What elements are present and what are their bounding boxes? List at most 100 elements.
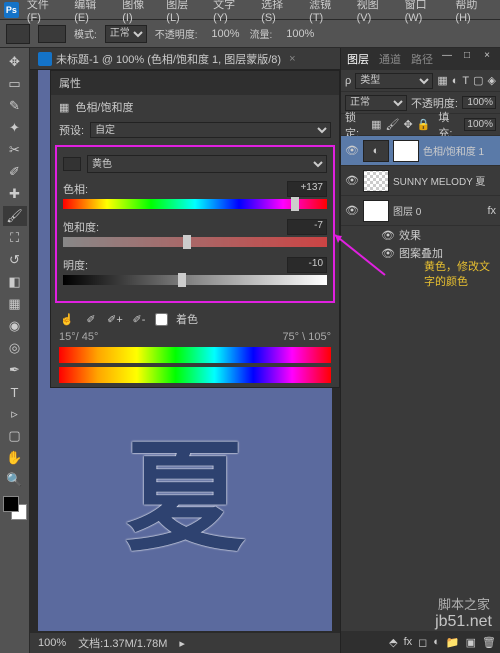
hue-value[interactable]: +137	[287, 181, 327, 197]
path-tool[interactable]: ▹	[3, 404, 27, 424]
lock-trans-icon[interactable]: ▦	[371, 118, 381, 131]
lightness-slider[interactable]: 明度:-10	[63, 257, 327, 285]
fx-badge[interactable]: fx	[487, 205, 496, 217]
filter-smart-icon[interactable]: ◈	[488, 74, 496, 87]
close-tab-icon[interactable]: ×	[289, 53, 295, 65]
visibility-icon[interactable]: 👁	[345, 144, 359, 157]
layer-opacity-value[interactable]: 100%	[462, 96, 496, 109]
document-tab[interactable]: 未标题-1 @ 100% (色相/饱和度 1, 图层蒙版/8) ×	[30, 48, 340, 70]
group-icon[interactable]: 📁	[446, 636, 460, 649]
eyedropper-tool[interactable]: ✐	[3, 162, 27, 182]
zoom-tool[interactable]: 🔍	[3, 470, 27, 490]
colorize-checkbox[interactable]	[155, 313, 168, 326]
filter-type-icon[interactable]: T	[462, 75, 469, 87]
layer-row[interactable]: 👁 ◐ 色相/饱和度 1	[341, 136, 500, 166]
fill-value[interactable]: 100%	[464, 118, 496, 131]
color-strip-before[interactable]	[59, 347, 331, 363]
pen-tool[interactable]: ✒	[3, 360, 27, 380]
eyedropper-icon[interactable]: ✐	[83, 311, 99, 327]
lock-pixel-icon[interactable]: 🖌	[385, 118, 399, 131]
history-brush-tool[interactable]: ↺	[3, 250, 27, 270]
layer-name[interactable]: SUNNY MELODY 夏	[393, 173, 496, 188]
menu-select[interactable]: 选择(S)	[255, 0, 301, 26]
properties-header[interactable]: 属性	[51, 71, 339, 95]
close-button[interactable]: ×	[478, 48, 496, 62]
menu-view[interactable]: 视图(V)	[351, 0, 397, 26]
layer-name[interactable]: 色相/饱和度 1	[423, 143, 496, 158]
type-tool[interactable]: T	[3, 382, 27, 402]
fx-icon[interactable]: fx	[404, 636, 413, 648]
crop-tool[interactable]: ✂	[3, 140, 27, 160]
hand-tool[interactable]: ✋	[3, 448, 27, 468]
layers-list: 👁 ◐ 色相/饱和度 1 👁 SUNNY MELODY 夏 👁 图层 0 fx …	[341, 136, 500, 631]
visibility-icon[interactable]: 👁	[345, 204, 359, 217]
filter-shape-icon[interactable]: ▢	[473, 74, 483, 87]
color-swatch[interactable]	[3, 496, 27, 520]
zoom-level[interactable]: 100%	[38, 637, 66, 649]
gradient-tool[interactable]: ▦	[3, 294, 27, 314]
eyedropper-add-icon[interactable]: ✐+	[107, 311, 123, 327]
healing-tool[interactable]: ✚	[3, 184, 27, 204]
menu-layer[interactable]: 图层(L)	[160, 0, 205, 26]
mask-icon[interactable]: ◻	[418, 636, 427, 649]
layer-mask[interactable]	[393, 140, 419, 162]
blur-tool[interactable]: ◉	[3, 316, 27, 336]
layer-name[interactable]: 图层 0	[393, 203, 483, 218]
link-icon[interactable]: ⬘	[389, 636, 397, 649]
lock-pos-icon[interactable]: ✥	[403, 118, 412, 131]
layer-thumb[interactable]	[363, 170, 389, 192]
filter-adj-icon[interactable]: ◐	[452, 75, 459, 87]
saturation-slider[interactable]: 饱和度:-7	[63, 219, 327, 247]
brush-preview[interactable]	[6, 24, 30, 44]
menu-file[interactable]: 文件(F)	[21, 0, 66, 26]
delete-icon[interactable]: 🗑	[482, 636, 496, 649]
flow-value[interactable]: 100%	[280, 28, 316, 40]
shape-tool[interactable]: ▢	[3, 426, 27, 446]
maximize-button[interactable]: □	[458, 48, 476, 62]
menu-help[interactable]: 帮助(H)	[449, 0, 496, 26]
menu-filter[interactable]: 滤镜(T)	[303, 0, 348, 26]
light-value[interactable]: -10	[287, 257, 327, 273]
layer-thumb[interactable]	[363, 200, 389, 222]
adjustment-icon[interactable]: ◐	[433, 636, 440, 648]
menu-edit[interactable]: 编辑(E)	[68, 0, 114, 26]
color-strip-after[interactable]	[59, 367, 331, 383]
eraser-tool[interactable]: ◧	[3, 272, 27, 292]
brush-picker[interactable]	[38, 25, 66, 43]
hue-label: 色相:	[63, 181, 88, 197]
channel-select[interactable]: 黄色	[87, 155, 327, 173]
lasso-tool[interactable]: ✎	[3, 96, 27, 116]
sat-value[interactable]: -7	[287, 219, 327, 235]
filter-pixel-icon[interactable]: ▦	[437, 74, 447, 87]
move-tool[interactable]: ✥	[3, 52, 27, 72]
layer-row[interactable]: 👁 SUNNY MELODY 夏	[341, 166, 500, 196]
mode-select[interactable]: 正常	[105, 25, 147, 43]
target-adjust-icon[interactable]: ☝	[59, 311, 75, 327]
tab-paths[interactable]: 路径	[411, 51, 433, 67]
eyedropper-sub-icon[interactable]: ✐-	[131, 311, 147, 327]
menu-type[interactable]: 文字(Y)	[207, 0, 253, 26]
layer-row[interactable]: 👁 图层 0 fx	[341, 196, 500, 226]
layer-filter-select[interactable]: 类型	[355, 73, 433, 89]
layer-thumb[interactable]: ◐	[363, 140, 389, 162]
preset-select[interactable]: 自定	[90, 122, 331, 138]
marquee-tool[interactable]: ▭	[3, 74, 27, 94]
wand-tool[interactable]: ✦	[3, 118, 27, 138]
new-layer-icon[interactable]: ▣	[466, 636, 476, 649]
menu-image[interactable]: 图像(I)	[116, 0, 158, 26]
filter-icon[interactable]: ρ	[345, 75, 351, 87]
minimize-button[interactable]: —	[438, 48, 456, 62]
lock-all-icon[interactable]: 🔒	[417, 118, 431, 131]
dodge-tool[interactable]: ◎	[3, 338, 27, 358]
tab-channels[interactable]: 通道	[379, 51, 401, 67]
menu-window[interactable]: 窗口(W)	[399, 0, 448, 26]
channel-swatch[interactable]	[63, 157, 81, 171]
status-arrow-icon[interactable]: ▸	[179, 637, 185, 650]
visibility-icon[interactable]: 👁	[345, 174, 359, 187]
hue-slider[interactable]: 色相: +137	[63, 181, 327, 209]
stamp-tool[interactable]: ⛶	[3, 228, 27, 248]
tab-layers[interactable]: 图层	[347, 51, 369, 67]
foreground-color[interactable]	[3, 496, 19, 512]
brush-tool[interactable]: 🖌	[3, 206, 27, 226]
opacity-value[interactable]: 100%	[206, 28, 242, 40]
